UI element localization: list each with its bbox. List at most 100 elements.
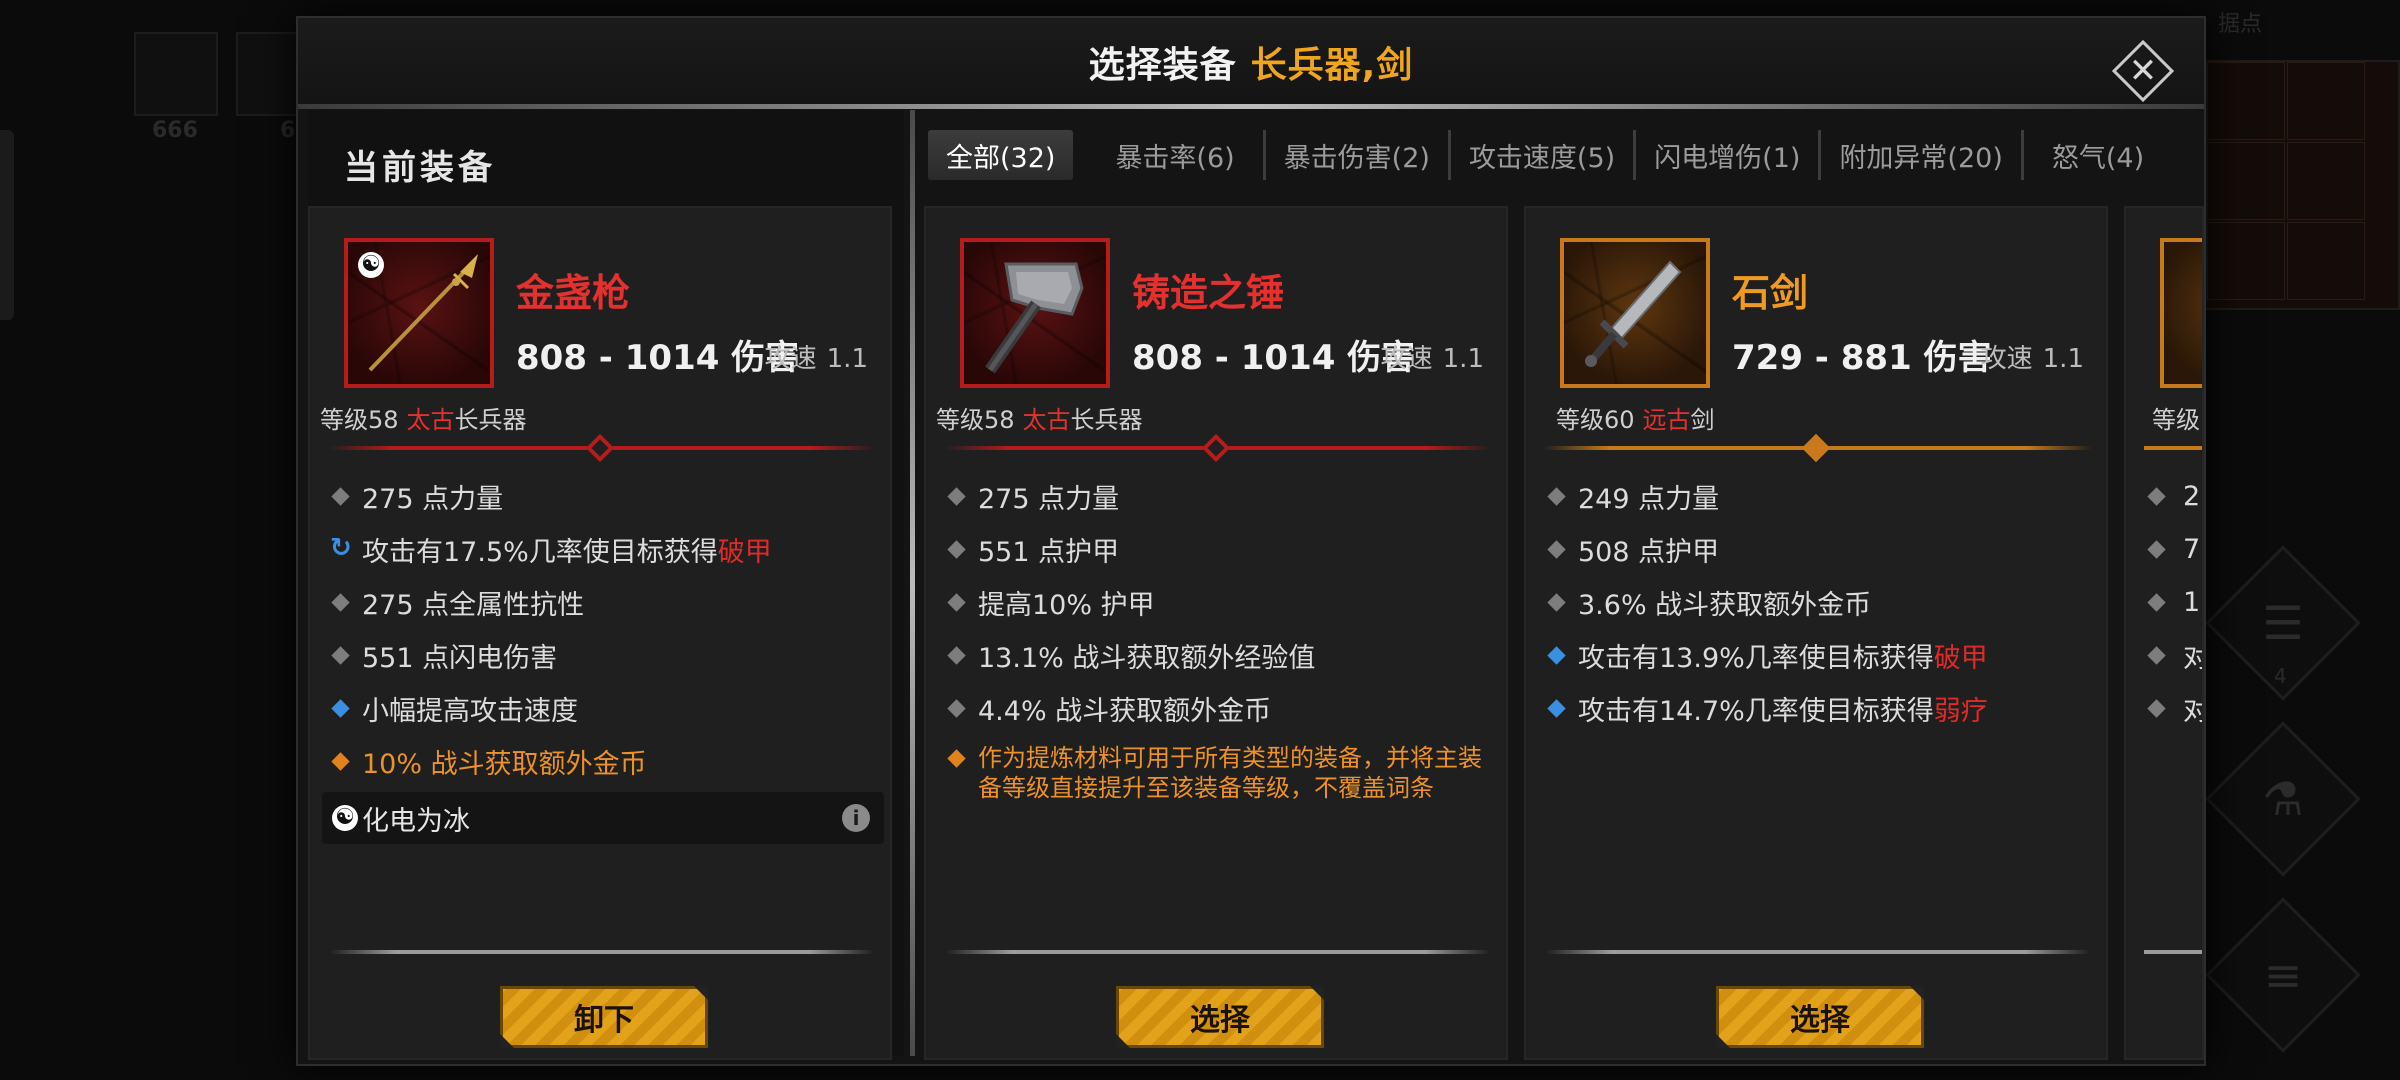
- item-icon-frame: [960, 238, 1110, 388]
- item-level-line: 等级58 太古长兵器: [320, 400, 527, 435]
- item-attack-speed: 攻速 1.1: [1380, 344, 1484, 374]
- item-name: 石剑: [1732, 271, 1809, 315]
- current-equipment-title: 当前装备: [344, 148, 496, 188]
- stat-row: 2: [2147, 470, 2202, 523]
- item-quality: 远古: [1642, 406, 1691, 434]
- stat-row: 攻击有14.7%几率使目标获得 弱疗: [1544, 682, 2094, 735]
- item-icon-frame: ☯: [344, 238, 494, 388]
- item-damage: 808 - 1014 伤害: [1132, 338, 1416, 378]
- stat-row-special: 作为提炼材料可用于所有类型的装备，并将主装备等级直接提升至该装备等级，不覆盖词条: [944, 735, 1494, 811]
- item-damage: 729 - 881 伤害: [1732, 338, 1992, 378]
- item-stats: 249 点力量 508 点护甲 3.6% 战斗获取额外金币 攻击有13.9%几率…: [1544, 470, 2094, 735]
- item-skill-row[interactable]: ☯ 化电为冰 i: [322, 792, 884, 844]
- quest-book-icon: ☰: [2262, 596, 2304, 650]
- select-button[interactable]: 选择: [1716, 986, 1924, 1048]
- potion-icon: ⚗: [2262, 772, 2304, 826]
- tab-rage[interactable]: 怒气(4): [2024, 130, 2162, 180]
- dialog-header: 选择装备 长兵器,剑: [298, 18, 2204, 106]
- item-level: 等级58: [320, 406, 399, 434]
- bg-skill-slot: [134, 32, 218, 116]
- close-icon: ✕: [2128, 51, 2158, 91]
- tab-status-effect[interactable]: 附加异常(20): [1821, 130, 2024, 180]
- dialog-title-filter: 长兵器,剑: [1250, 45, 1414, 86]
- stat-row: 7: [2147, 523, 2202, 576]
- stat-row: 提高10% 护甲: [944, 576, 1494, 629]
- unequip-button[interactable]: 卸下: [500, 986, 708, 1048]
- item-skill-name: 化电为冰: [362, 805, 470, 837]
- item-icon-frame: [1560, 238, 1710, 388]
- stat-row: 508 点护甲: [1544, 523, 2094, 576]
- divider-diamond: [585, 433, 615, 463]
- dialog-title-text: 选择装备: [1088, 45, 1237, 86]
- info-icon[interactable]: i: [842, 804, 870, 832]
- quality-divider: [2144, 446, 2202, 450]
- select-button[interactable]: 选择: [1116, 986, 1324, 1048]
- card-bottom-divider: [330, 950, 874, 954]
- stat-row: 1: [2147, 576, 2202, 629]
- item-level: 等级58: [936, 406, 1015, 434]
- current-item-card: ☯ 金盏枪 808 - 1014 伤害 攻速 1.1 等级58 太古长兵器 275 …: [308, 206, 892, 1060]
- equipment-select-dialog: 选择装备 长兵器,剑 ✕ 当前装备 ☯ 金盏枪 808 - 1014 伤害 攻速 1…: [296, 16, 2206, 1066]
- item-damage: 808 - 1014 伤害: [516, 338, 800, 378]
- card-bottom-divider: [1546, 950, 2090, 954]
- item-level: 等级60: [1556, 406, 1635, 434]
- item-stats: 275 点力量 551 点护甲 提高10% 护甲 13.1% 战斗获取额外经验值…: [944, 470, 1494, 811]
- item-card: 石剑 729 - 881 伤害 攻速 1.1 等级60 远古剑 249 点力量 50…: [1524, 206, 2108, 1060]
- item-name: 铸造之锤: [1132, 271, 1285, 315]
- stat-row: 对: [2147, 682, 2202, 735]
- card-bottom-divider: [946, 950, 1490, 954]
- stat-row: 攻击有13.9%几率使目标获得 破甲: [1544, 629, 2094, 682]
- proc-cycle-icon: ↻: [330, 533, 352, 563]
- yin-yang-icon: ☯: [332, 805, 358, 831]
- stat-row: 3.6% 战斗获取额外金币: [1544, 576, 2094, 629]
- stat-row: 13.1% 战斗获取额外经验值: [944, 629, 1494, 682]
- item-kind: 长兵器: [1070, 406, 1143, 434]
- card-bottom-divider: [2144, 950, 2202, 954]
- list-menu-icon: ≡: [2263, 948, 2303, 1002]
- bg-quest-count: 4: [2274, 664, 2287, 688]
- bg-slot-count: 6: [280, 118, 296, 143]
- bg-slot-count: 666: [152, 118, 198, 143]
- divider-diamond: [1801, 433, 1831, 463]
- item-card-partial[interactable]: 等级 2 7 1 对 对: [2124, 206, 2204, 1060]
- hammer-icon: [985, 262, 1084, 374]
- side-tab-handle: [0, 130, 14, 320]
- item-name: 金盏枪: [516, 271, 631, 315]
- sword-icon: [1585, 260, 1682, 367]
- stat-row: 551 点闪电伤害: [328, 629, 878, 682]
- stat-row: 275 点全属性抗性: [328, 576, 878, 629]
- item-attack-speed: 攻速 1.1: [1980, 344, 2084, 374]
- current-equipment-panel: 当前装备 ☯ 金盏枪 808 - 1014 伤害 攻速 1.1 等级58 太古长兵器…: [308, 110, 904, 1060]
- item-icon-frame: [2160, 238, 2202, 388]
- close-button[interactable]: ✕: [2111, 39, 2175, 103]
- stat-row: 275 点力量: [944, 470, 1494, 523]
- filter-tabs: 全部(32) 暴击率(6) 暴击伤害(2) 攻击速度(5) 闪电增伤(1) 附加…: [928, 120, 2194, 190]
- item-level-line: 等级58 太古长兵器: [936, 400, 1143, 435]
- stat-row: 249 点力量: [1544, 470, 2094, 523]
- tab-crit-damage[interactable]: 暴击伤害(2): [1266, 130, 1451, 180]
- stat-row: 小幅提高攻击速度: [328, 682, 878, 735]
- tab-attack-speed[interactable]: 攻击速度(5): [1451, 130, 1637, 180]
- stat-row: 275 点力量: [328, 470, 878, 523]
- item-quality: 太古: [406, 406, 455, 434]
- item-kind: 剑: [1690, 406, 1715, 434]
- tab-lightning-damage[interactable]: 闪电增伤(1): [1636, 130, 1822, 180]
- bg-map-label: 据点: [2218, 12, 2263, 37]
- dialog-title: 选择装备 长兵器,剑: [1089, 36, 1414, 88]
- item-kind: 长兵器: [454, 406, 527, 434]
- stat-row: 对: [2147, 629, 2202, 682]
- yin-yang-icon: ☯: [358, 252, 384, 278]
- tab-all[interactable]: 全部(32): [928, 130, 1074, 180]
- item-quality: 太古: [1022, 406, 1071, 434]
- panel-divider: [910, 110, 915, 1056]
- stat-row: 10% 战斗获取额外金币: [328, 735, 878, 788]
- item-level-line: 等级60 远古剑: [1556, 400, 1715, 435]
- stat-row: 551 点护甲: [944, 523, 1494, 576]
- bg-inventory-grid: [2205, 60, 2400, 310]
- stat-row: ↻ 攻击有17.5%几率使目标获得 破甲: [330, 533, 772, 568]
- item-card: 铸造之锤 808 - 1014 伤害 攻速 1.1 等级58 太古长兵器 275 点…: [924, 206, 1508, 1060]
- stat-row: 4.4% 战斗获取额外金币: [944, 682, 1494, 735]
- divider-diamond: [1201, 433, 1231, 463]
- tab-crit-rate[interactable]: 暴击率(6): [1087, 130, 1266, 180]
- item-attack-speed: 攻速 1.1: [764, 344, 868, 374]
